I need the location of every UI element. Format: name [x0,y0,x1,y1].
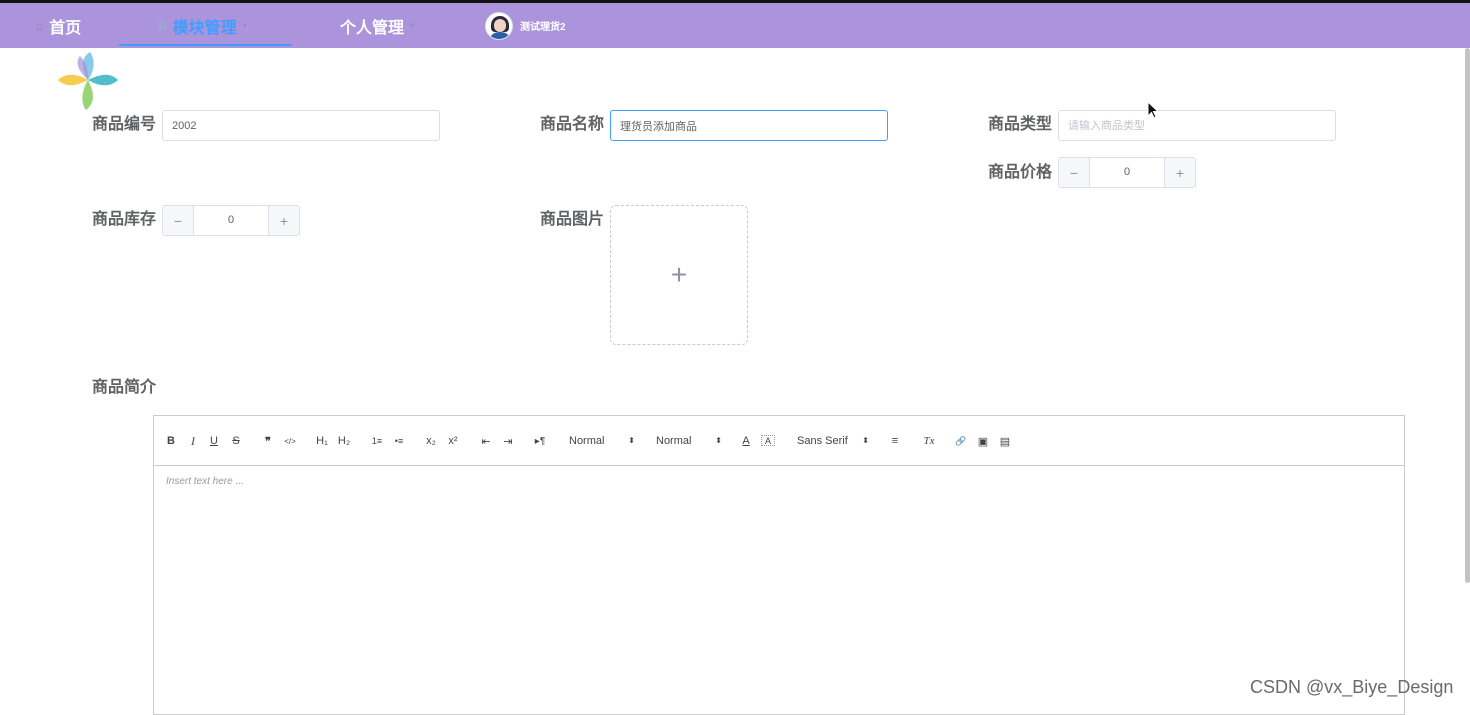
price-value[interactable]: 0 [1090,158,1164,187]
font-picker[interactable]: Sans Serif ⬍ [797,416,869,466]
image-label: 商品图片 [540,211,605,228]
italic-button[interactable]: I [187,416,199,466]
top-navbar: ⌂ 首页 ⧉ 模块管理 ▾ 个人管理 ▾ 测试理货2 [0,3,1470,48]
code-block-button[interactable]: </> [283,416,297,466]
outdent-button[interactable]: ⇤ [479,416,493,466]
indent-button[interactable]: ⇥ [501,416,515,466]
stock-label: 商品库存 [92,211,157,228]
user-menu[interactable]: 测试理货2 [485,3,566,48]
align-button[interactable]: ≡ [888,416,902,466]
active-tab-indicator [119,44,292,46]
editor-toolbar: B I U S ❞ </> H₁ H₂ 1≡ •≡ x₂ x² ⇤ ⇥ ▸¶ N… [154,416,1404,466]
price-decrease-button[interactable]: − [1059,158,1090,187]
size-picker[interactable]: Normal ⬍ [656,416,722,466]
updown-icon: ⬍ [862,436,869,445]
stock-value[interactable]: 0 [194,206,268,235]
stock-stepper: − 0 + [162,205,300,236]
link-button[interactable]: 🔗 [954,416,968,466]
watermark: CSDN @vx_Biye_Design [1250,677,1454,697]
ordered-list-button[interactable]: 1≡ [370,416,384,466]
chevron-down-icon: ▾ [242,20,248,30]
nav-module-management[interactable]: ⧉ 模块管理 ▾ [158,3,247,48]
stock-decrease-button[interactable]: − [163,206,194,235]
chevron-down-icon: ▾ [410,20,415,30]
nav-home[interactable]: ⌂ 首页 [36,3,81,48]
h1-button[interactable]: H₁ [315,416,329,466]
bullet-list-button[interactable]: •≡ [392,416,406,466]
page-scrollbar[interactable] [1465,48,1470,583]
h2-button[interactable]: H₂ [337,416,351,466]
header-picker-label: Normal [569,435,605,447]
underline-button[interactable]: U [208,416,220,466]
header-picker[interactable]: Normal ⬍ [569,416,635,466]
stock-increase-button[interactable]: + [268,206,299,235]
username: 测试理货2 [520,22,566,33]
nav-personal-label: 个人管理 [340,19,405,37]
name-input[interactable] [610,110,888,141]
image-uploader[interactable]: + [610,205,748,345]
editor-content[interactable]: Insert text here ... [154,466,1404,497]
avatar [485,11,513,40]
nav-module-label: 模块管理 [172,19,237,37]
superscript-button[interactable]: x² [446,416,460,466]
image-button[interactable]: ▣ [976,416,990,466]
price-stepper: − 0 + [1058,157,1196,188]
type-input[interactable] [1058,110,1336,141]
intro-label: 商品简介 [92,379,157,396]
editor-placeholder: Insert text here ... [166,476,244,487]
text-direction-button[interactable]: ▸¶ [533,416,547,466]
bold-button[interactable]: B [165,416,177,466]
code-label: 商品编号 [92,116,157,133]
clean-format-button[interactable]: Tx [922,416,936,466]
nav-home-label: 首页 [49,19,82,37]
strike-button[interactable]: S [230,416,242,466]
type-label: 商品类型 [988,116,1053,133]
blockquote-button[interactable]: ❞ [261,416,275,466]
size-picker-label: Normal [656,435,692,447]
font-color-button[interactable]: A [740,416,752,466]
name-label: 商品名称 [540,116,605,133]
subscript-button[interactable]: x₂ [424,416,438,466]
code-input[interactable] [162,110,440,141]
mouse-pointer-icon [1147,101,1159,119]
updown-icon: ⬍ [628,436,635,445]
plus-icon: + [670,259,688,290]
copy-icon: ⧉ [158,18,167,32]
font-picker-label: Sans Serif [797,435,848,447]
rich-text-editor: B I U S ❞ </> H₁ H₂ 1≡ •≡ x₂ x² ⇤ ⇥ ▸¶ N… [153,415,1405,715]
background-color-button[interactable]: A [761,435,775,446]
nav-personal-management[interactable]: 个人管理 ▾ [340,3,415,48]
price-label: 商品价格 [988,164,1053,181]
home-icon: ⌂ [36,18,44,33]
updown-icon: ⬍ [715,436,722,445]
pinwheel-logo [58,52,118,110]
video-button[interactable]: ▤ [998,416,1012,466]
price-increase-button[interactable]: + [1164,158,1195,187]
